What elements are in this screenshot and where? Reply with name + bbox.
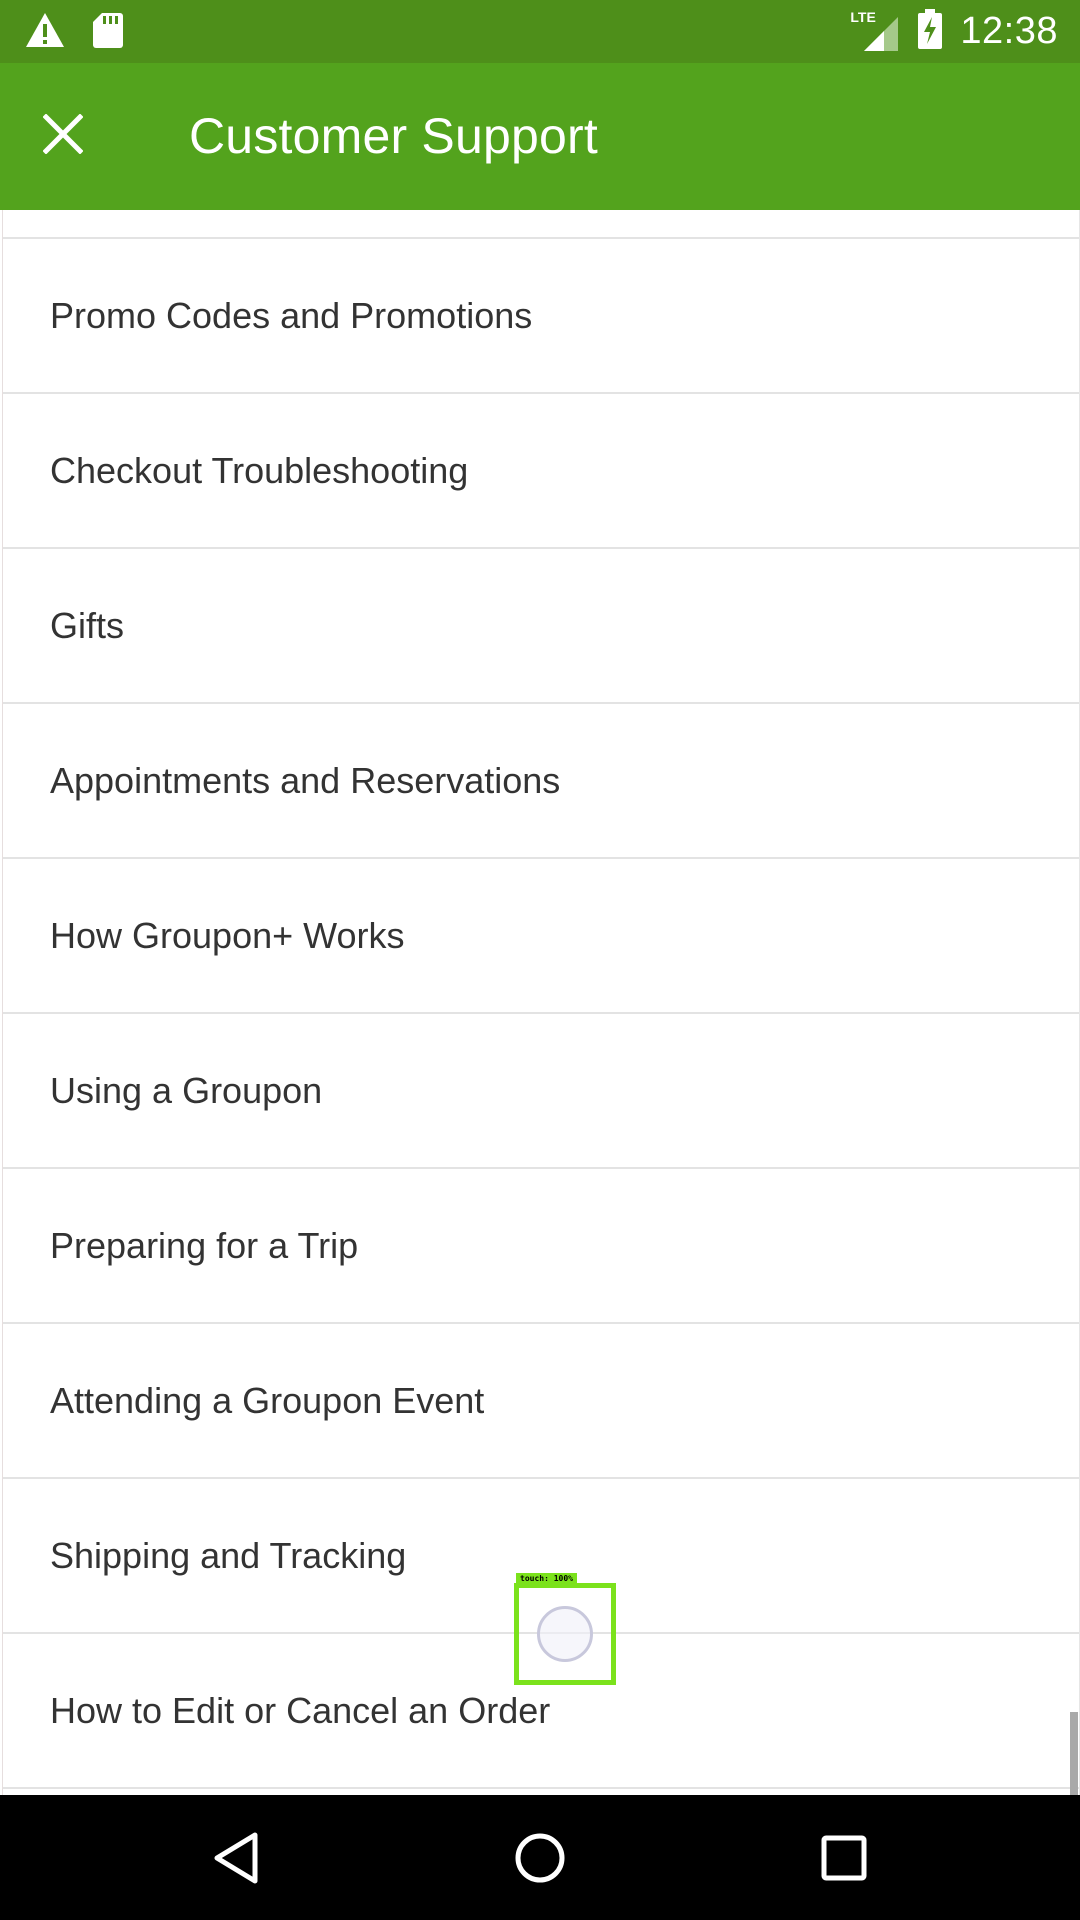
status-bar-right: LTE 12:38 bbox=[850, 8, 1058, 54]
sd-card-icon bbox=[92, 11, 124, 54]
warning-icon bbox=[24, 11, 66, 54]
status-bar: LTE 12:38 bbox=[0, 0, 1080, 63]
list-item-promo-codes[interactable]: Promo Codes and Promotions bbox=[3, 239, 1079, 394]
list-item-preparing-trip[interactable]: Preparing for a Trip bbox=[3, 1169, 1079, 1324]
back-icon bbox=[211, 1831, 261, 1890]
list-item-gifts[interactable]: Gifts bbox=[3, 549, 1079, 704]
back-button[interactable] bbox=[196, 1820, 276, 1900]
list-item-label: How to Edit or Cancel an Order bbox=[50, 1689, 551, 1731]
list-item-label: Shipping and Tracking bbox=[50, 1534, 407, 1576]
list-item-label: Preparing for a Trip bbox=[50, 1224, 359, 1266]
list-item-label: Attending a Groupon Event bbox=[50, 1379, 485, 1421]
recents-icon bbox=[819, 1833, 869, 1888]
list-item-label: Gifts bbox=[50, 604, 125, 646]
list-item-label: How Groupon+ Works bbox=[50, 914, 405, 956]
close-icon bbox=[42, 112, 84, 159]
clock: 12:38 bbox=[960, 9, 1058, 52]
lte-signal-icon: LTE bbox=[850, 9, 900, 51]
list-item-checkout-troubleshooting[interactable]: Checkout Troubleshooting bbox=[3, 394, 1079, 549]
list-item-label: Promo Codes and Promotions bbox=[50, 294, 533, 336]
app-bar: Customer Support bbox=[0, 63, 1080, 210]
battery-charging-icon bbox=[918, 8, 943, 54]
scrollbar-thumb[interactable] bbox=[1070, 1712, 1078, 1795]
home-button[interactable] bbox=[500, 1820, 580, 1900]
list-item-label: Checkout Troubleshooting bbox=[50, 449, 469, 491]
recents-button[interactable] bbox=[804, 1820, 884, 1900]
page-title: Customer Support bbox=[189, 108, 598, 164]
list-item-label: Using a Groupon bbox=[50, 1069, 323, 1111]
status-bar-left bbox=[24, 12, 124, 52]
list-item-groupon-plus[interactable]: How Groupon+ Works bbox=[3, 859, 1079, 1014]
list-item-using-groupon[interactable]: Using a Groupon bbox=[3, 1014, 1079, 1169]
touch-point-circle bbox=[537, 1606, 593, 1662]
home-icon bbox=[513, 1831, 567, 1890]
list-item-groupon-event[interactable]: Attending a Groupon Event bbox=[3, 1324, 1079, 1479]
list-item-label: Appointments and Reservations bbox=[50, 759, 561, 801]
navigation-bar bbox=[0, 1795, 1080, 1920]
support-topics-list[interactable]: Promo Codes and Promotions Checkout Trou… bbox=[2, 210, 1080, 1795]
close-button[interactable] bbox=[26, 99, 100, 173]
touch-indicator-label: touch: 100% bbox=[516, 1573, 577, 1584]
list-item-appointments[interactable]: Appointments and Reservations bbox=[3, 704, 1079, 859]
